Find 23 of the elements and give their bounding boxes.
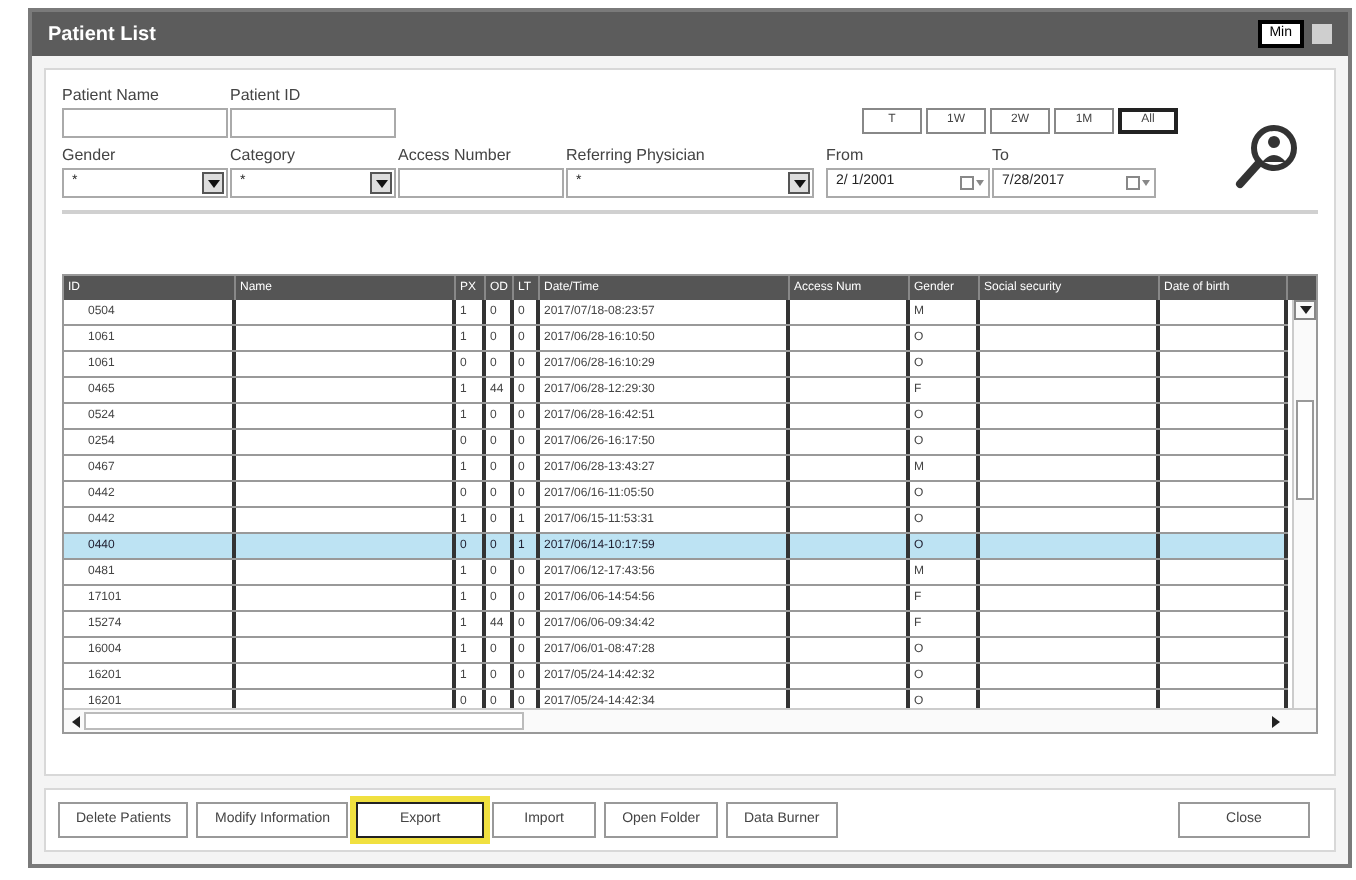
scroll-thumb[interactable] (84, 712, 524, 730)
input-field[interactable] (398, 168, 564, 198)
scroll-down-icon[interactable] (1299, 306, 1311, 314)
dropdown-arrow-icon[interactable] (793, 179, 805, 187)
window-title: Patient List (48, 21, 156, 49)
input-field[interactable] (62, 108, 228, 138)
field-label: Referring Physician (566, 146, 707, 166)
vertical-scrollbar[interactable] (1292, 300, 1316, 712)
field-label: Access Number (398, 146, 513, 166)
horizontal-scrollbar[interactable] (64, 708, 1316, 732)
field-label: Patient Name (62, 86, 161, 106)
field-label: Gender (62, 146, 118, 166)
calendar-dropdown-icon[interactable] (1126, 176, 1150, 190)
field-label: From (826, 146, 866, 166)
calendar-dropdown-icon[interactable] (960, 176, 984, 190)
dropdown-arrow-icon[interactable] (207, 179, 219, 187)
field-label: Patient ID (230, 86, 303, 106)
dropdown-arrow-icon[interactable] (375, 179, 387, 187)
field-label: To (992, 146, 1011, 166)
input-field[interactable] (230, 108, 396, 138)
patient-search-icon[interactable] (1234, 122, 1302, 190)
field-label: Category (230, 146, 297, 166)
scroll-thumb[interactable] (1296, 400, 1314, 500)
